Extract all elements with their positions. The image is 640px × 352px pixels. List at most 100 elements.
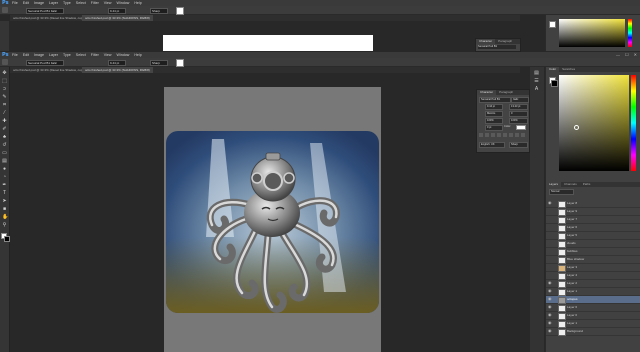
layer-row[interactable]: ◉ Layer 2: [546, 280, 640, 288]
layer-row[interactable]: clouds: [546, 240, 640, 248]
font-family-field[interactable]: Sensical Pod B1 Italic: [26, 8, 64, 14]
document-canvas[interactable]: [164, 87, 381, 352]
layer-name: Layer 3: [567, 265, 578, 269]
eye-icon[interactable]: ◉: [548, 281, 552, 285]
layer-row-selected[interactable]: ◉ octopus: [546, 296, 640, 304]
layer-row[interactable]: ◉ Layer 8: [546, 200, 640, 208]
back-color-picker[interactable]: [559, 19, 625, 47]
eye-icon[interactable]: ◉: [548, 297, 552, 301]
zoom-tool-icon[interactable]: ⚲: [2, 223, 7, 228]
tab-channels[interactable]: Channels: [561, 182, 580, 187]
eye-icon[interactable]: ◉: [548, 313, 552, 317]
font-size-field[interactable]: 9.44 pt: [108, 60, 126, 66]
color-picker-field[interactable]: [559, 75, 629, 171]
char-antialias[interactable]: Sharp: [509, 142, 528, 148]
layer-row[interactable]: ◉ Layer 1: [546, 320, 640, 328]
tab-paths[interactable]: Paths: [580, 182, 594, 187]
layer-row[interactable]: Layer 3: [546, 264, 640, 272]
layer-row[interactable]: Layer 4: [546, 272, 640, 280]
healing-tool-icon[interactable]: ✚: [2, 119, 7, 124]
layer-thumbnail: [558, 297, 566, 304]
aa-field[interactable]: Sharp: [150, 8, 168, 14]
char-vertical-scale[interactable]: 100%: [485, 118, 503, 124]
history-icon[interactable]: ▤: [534, 71, 539, 76]
char-tracking[interactable]: 0: [509, 111, 528, 117]
char-baseline-shift[interactable]: 0 pt: [485, 125, 503, 131]
char-font-style[interactable]: Italic: [511, 97, 529, 103]
bg-color-swatch[interactable]: [551, 80, 558, 87]
blur-tool-icon[interactable]: ●: [2, 167, 7, 172]
shape-tool-icon[interactable]: ■: [2, 207, 7, 212]
tab-layers[interactable]: Layers: [546, 182, 562, 187]
layer-blend-mode[interactable]: Normal: [549, 189, 574, 195]
tab-swatches[interactable]: Swatches: [559, 67, 578, 72]
quick-select-tool-icon[interactable]: ✎: [2, 95, 7, 100]
tab-character[interactable]: Character: [477, 90, 497, 95]
char-font-size[interactable]: 9.44 pt: [485, 104, 503, 110]
layer-row[interactable]: Layer 7: [546, 216, 640, 224]
back-toolbar: [0, 21, 9, 51]
char-kerning[interactable]: Metrics: [485, 111, 503, 117]
char-horizontal-scale[interactable]: 100%: [509, 118, 528, 124]
text-tool-icon[interactable]: [2, 7, 8, 13]
eye-icon[interactable]: ◉: [548, 321, 552, 325]
layer-thumbnail: [558, 321, 566, 328]
eye-icon[interactable]: ◉: [548, 289, 552, 293]
layer-row[interactable]: Blue shadow: [546, 256, 640, 264]
char-color-swatch[interactable]: [516, 125, 526, 130]
tab-color[interactable]: Color: [546, 67, 560, 72]
char-font-family[interactable]: Sensical Pod B1: [479, 97, 511, 103]
history-brush-icon[interactable]: ↺: [2, 143, 7, 148]
layer-thumbnail: [558, 241, 566, 248]
layer-row[interactable]: ◉ Layer 1: [546, 288, 640, 296]
character-icon[interactable]: A: [534, 87, 539, 92]
back-hue-slider[interactable]: [628, 19, 632, 47]
brush-tool-icon[interactable]: ✐: [2, 127, 7, 132]
char-language[interactable]: English: UK: [479, 142, 505, 148]
hand-tool-icon[interactable]: ✋: [2, 215, 8, 220]
layer-name: Layer 0: [567, 313, 578, 317]
stamp-tool-icon[interactable]: ♣: [2, 135, 7, 140]
path-select-tool-icon[interactable]: ➤: [2, 199, 7, 204]
text-color-swatch[interactable]: [176, 7, 184, 15]
properties-icon[interactable]: ☰: [534, 79, 539, 84]
layer-row[interactable]: ◉ Layer 0: [546, 312, 640, 320]
font-family-field[interactable]: Sensical Pod B1 Italic: [26, 60, 64, 66]
layer-row[interactable]: Layer 9: [546, 208, 640, 216]
gradient-tool-icon[interactable]: ▤: [2, 159, 7, 164]
text-color-swatch[interactable]: [176, 59, 184, 67]
eyedropper-tool-icon[interactable]: ⁄: [2, 111, 7, 116]
layer-name: octopus: [567, 297, 578, 301]
type-tool-icon[interactable]: T: [2, 191, 7, 196]
dodge-tool-icon[interactable]: ◔: [2, 175, 7, 180]
layer-row[interactable]: Layer 6: [546, 224, 640, 232]
layer-row[interactable]: ◉ Background: [546, 328, 640, 336]
char-style-buttons[interactable]: [479, 133, 526, 137]
back-mini-font[interactable]: Sensical Pod B1: [478, 45, 516, 49]
layer-thumbnail: [558, 305, 566, 312]
marquee-tool-icon[interactable]: ⬚: [2, 79, 7, 84]
color-picker-cursor[interactable]: [574, 125, 579, 130]
aa-field[interactable]: Sharp: [150, 60, 168, 66]
eye-icon[interactable]: ◉: [548, 201, 552, 205]
lasso-tool-icon[interactable]: ↄ: [2, 87, 7, 92]
layer-thumbnail: [558, 217, 566, 224]
font-size-field[interactable]: 9.44 pt: [108, 8, 126, 14]
layer-name: Layer 8: [567, 201, 578, 205]
hue-slider[interactable]: [631, 75, 636, 171]
layer-row[interactable]: ◉ Layer 6: [546, 304, 640, 312]
eye-icon[interactable]: ◉: [548, 329, 552, 333]
eraser-tool-icon[interactable]: ▭: [2, 151, 7, 156]
tab-character[interactable]: Character: [476, 39, 496, 44]
char-leading[interactable]: 13.23 pt: [509, 104, 528, 110]
move-tool-icon[interactable]: ✥: [2, 71, 7, 76]
text-tool-icon[interactable]: [2, 59, 8, 65]
tab-paragraph[interactable]: Paragraph: [495, 39, 515, 44]
layer-row[interactable]: bubbles: [546, 248, 640, 256]
back-fg-swatch[interactable]: [549, 21, 556, 28]
pen-tool-icon[interactable]: ✒: [2, 183, 7, 188]
layer-row[interactable]: Layer 5: [546, 232, 640, 240]
eye-icon[interactable]: ◉: [548, 305, 552, 309]
crop-tool-icon[interactable]: ⌗: [2, 103, 7, 108]
tab-paragraph[interactable]: Paragraph: [496, 90, 516, 95]
